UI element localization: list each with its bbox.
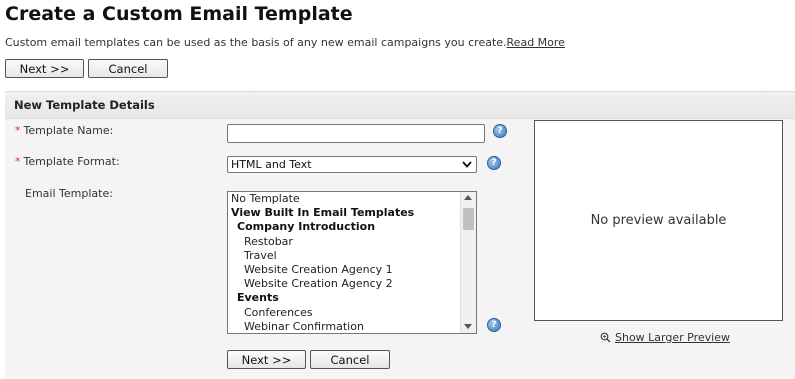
- listbox-option[interactable]: Events: [228, 291, 460, 305]
- required-marker: *: [15, 155, 21, 168]
- listbox-option[interactable]: View Built In Email Templates: [228, 206, 460, 220]
- listbox-option[interactable]: Conferences: [228, 306, 460, 320]
- cancel-button-top[interactable]: Cancel: [88, 59, 168, 78]
- listbox-option[interactable]: Travel: [228, 249, 460, 263]
- template-preview-box: No preview available: [534, 120, 783, 321]
- listbox-option[interactable]: Webinar Confirmation: [228, 320, 460, 333]
- next-button-bottom[interactable]: Next >>: [227, 350, 306, 369]
- template-format-select[interactable]: HTML and Text: [227, 156, 477, 173]
- email-template-help-icon[interactable]: ?: [487, 318, 501, 332]
- listbox-option[interactable]: Website Creation Agency 2: [228, 277, 460, 291]
- template-name-help-icon[interactable]: ?: [493, 124, 507, 138]
- listbox-option[interactable]: Website Creation Agency 1: [228, 263, 460, 277]
- preview-empty-text: No preview available: [590, 213, 727, 228]
- next-button-top[interactable]: Next >>: [5, 59, 84, 78]
- page-description: Custom email templates can be used as th…: [5, 36, 565, 49]
- listbox-scrollbar[interactable]: [460, 192, 476, 333]
- page-title: Create a Custom Email Template: [5, 3, 353, 25]
- listbox-option[interactable]: Company Introduction: [228, 220, 460, 234]
- read-more-link[interactable]: Read More: [507, 36, 565, 49]
- listbox-option[interactable]: Restobar: [228, 235, 460, 249]
- email-template-label: Email Template:: [25, 187, 113, 200]
- show-larger-preview-link[interactable]: Show Larger Preview: [600, 331, 730, 344]
- magnifier-icon: [600, 332, 611, 343]
- template-format-value: HTML and Text: [231, 158, 312, 171]
- email-template-listbox[interactable]: No Template View Built In Email Templates…: [227, 191, 477, 334]
- template-format-label: * Template Format:: [15, 155, 120, 168]
- scroll-down-arrow-icon[interactable]: [464, 324, 472, 329]
- panel-header: New Template Details: [5, 92, 795, 119]
- description-text: Custom email templates can be used as th…: [5, 36, 507, 49]
- template-name-label: * Template Name:: [15, 124, 113, 137]
- template-format-label-text: Template Format:: [23, 155, 120, 168]
- show-larger-preview-text: Show Larger Preview: [615, 331, 730, 344]
- chevron-down-icon: [462, 161, 472, 168]
- template-name-label-text: Template Name:: [23, 124, 114, 137]
- cancel-button-bottom[interactable]: Cancel: [310, 350, 390, 369]
- template-name-input[interactable]: [227, 124, 485, 143]
- required-marker: *: [15, 124, 21, 137]
- panel-header-title: New Template Details: [14, 98, 155, 112]
- email-template-options: No Template View Built In Email Templates…: [228, 192, 460, 333]
- listbox-option[interactable]: No Template: [228, 192, 460, 206]
- scroll-up-arrow-icon[interactable]: [464, 195, 472, 200]
- scrollbar-thumb[interactable]: [463, 208, 474, 230]
- template-format-help-icon[interactable]: ?: [487, 156, 501, 170]
